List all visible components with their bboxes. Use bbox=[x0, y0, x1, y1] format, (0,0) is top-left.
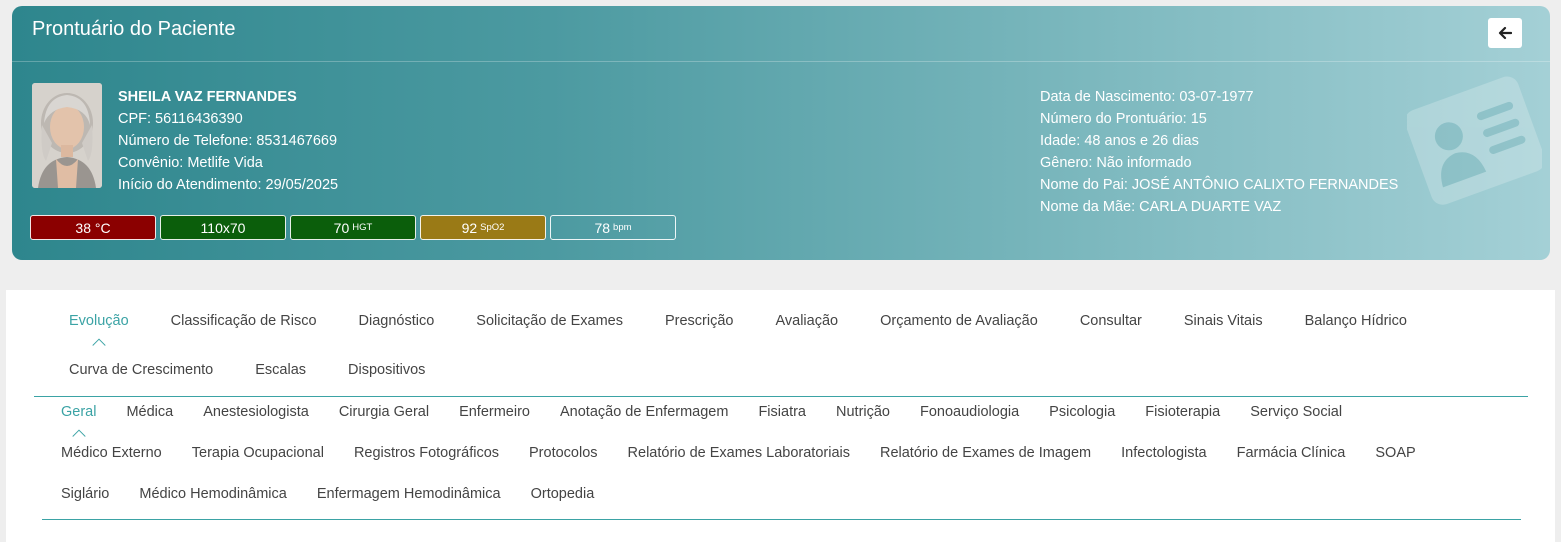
subtab-nutricao[interactable]: Nutrição bbox=[836, 404, 890, 420]
tab-sinais-vitais[interactable]: Sinais Vitais bbox=[1184, 313, 1263, 329]
tab-prescricao[interactable]: Prescrição bbox=[665, 313, 734, 329]
subtab-protocolos[interactable]: Protocolos bbox=[529, 445, 598, 461]
subtab-geral[interactable]: Geral bbox=[61, 404, 96, 437]
main-tabs-row-1: Evolução Classificação de Risco Diagnóstic… bbox=[69, 313, 1407, 346]
patient-header-card: Prontuário do Paciente SHEILA VAZ FERNAN… bbox=[12, 6, 1550, 260]
vital-value: 38 °C bbox=[75, 219, 111, 236]
sub-tabs-divider bbox=[42, 519, 1521, 520]
subtab-registros-fotograficos[interactable]: Registros Fotográficos bbox=[354, 445, 499, 461]
vital-temperature: 38 °C bbox=[30, 215, 156, 240]
subtab-fisiatra[interactable]: Fisiatra bbox=[758, 404, 806, 420]
main-tabs-divider bbox=[34, 396, 1528, 397]
subtab-medico-hemodinamica[interactable]: Médico Hemodinâmica bbox=[139, 486, 286, 502]
active-tab-caret-icon bbox=[72, 429, 86, 437]
vital-blood-pressure: 110x70 bbox=[160, 215, 286, 240]
id-card-icon bbox=[1407, 76, 1542, 205]
subtab-farmacia-clinica[interactable]: Farmácia Clínica bbox=[1237, 445, 1346, 461]
patient-father: Nome do Pai: JOSÉ ANTÔNIO CALIXTO FERNAN… bbox=[1040, 177, 1399, 193]
subtab-medico-externo[interactable]: Médico Externo bbox=[61, 445, 162, 461]
vital-oxygen: 92 SpO2 bbox=[420, 215, 546, 240]
patient-cpf: CPF: 56116436390 bbox=[118, 111, 243, 127]
subtab-enfermagem-hemodinamica[interactable]: Enfermagem Hemodinâmica bbox=[317, 486, 501, 502]
tab-dispositivos[interactable]: Dispositivos bbox=[348, 362, 425, 378]
vital-signs: 38 °C 110x70 70 HGT 92 SpO2 78 bpm bbox=[30, 215, 676, 240]
patient-info-right: Data de Nascimento: 03-07-1977 Número do… bbox=[1040, 86, 1398, 218]
subtab-psicologia[interactable]: Psicologia bbox=[1049, 404, 1115, 420]
tab-evolucao[interactable]: Evolução bbox=[69, 313, 129, 346]
patient-start-date: Início do Atendimento: 29/05/2025 bbox=[118, 177, 339, 193]
vital-unit: HGT bbox=[352, 222, 373, 233]
patient-mother: Nome da Mãe: CARLA DUARTE VAZ bbox=[1040, 199, 1282, 215]
vital-value: 110x70 bbox=[200, 219, 246, 236]
header-bar: Prontuário do Paciente bbox=[12, 6, 1550, 62]
active-tab-caret-icon bbox=[92, 338, 106, 346]
patient-gender: Gênero: Não informado bbox=[1040, 155, 1192, 171]
subtab-relatorio-de-exames-de-imagem[interactable]: Relatório de Exames de Imagem bbox=[880, 445, 1091, 461]
vital-unit: bpm bbox=[613, 222, 632, 233]
subtab-terapia-ocupacional[interactable]: Terapia Ocupacional bbox=[192, 445, 324, 461]
tab-balanco-hidrico[interactable]: Balanço Hídrico bbox=[1305, 313, 1407, 329]
patient-avatar bbox=[32, 83, 102, 188]
tab-curva-de-crescimento[interactable]: Curva de Crescimento bbox=[69, 362, 213, 378]
patient-info-left: SHEILA VAZ FERNANDES CPF: 56116436390 Nú… bbox=[118, 86, 338, 196]
subtab-anestesiologista[interactable]: Anestesiologista bbox=[203, 404, 309, 420]
tab-classificacao-de-risco[interactable]: Classificação de Risco bbox=[171, 313, 317, 329]
subtab-fisioterapia[interactable]: Fisioterapia bbox=[1145, 404, 1220, 420]
vital-unit: SpO2 bbox=[480, 222, 505, 233]
patient-insurance: Convênio: Metlife Vida bbox=[118, 155, 263, 171]
arrow-left-icon bbox=[1498, 26, 1512, 40]
content-panel: Evolução Classificação de Risco Diagnóstic… bbox=[6, 290, 1555, 542]
page-title: Prontuário do Paciente bbox=[32, 18, 236, 40]
subtab-siglario[interactable]: Siglário bbox=[61, 486, 109, 502]
patient-name: SHEILA VAZ FERNANDES bbox=[118, 89, 297, 105]
back-button[interactable] bbox=[1488, 18, 1522, 48]
patient-phone: Número de Telefone: 8531467669 bbox=[118, 133, 338, 149]
tab-escalas[interactable]: Escalas bbox=[255, 362, 306, 378]
subtab-servico-social[interactable]: Serviço Social bbox=[1250, 404, 1342, 420]
tab-solicitacao-de-exames[interactable]: Solicitação de Exames bbox=[476, 313, 623, 329]
patient-birth-date: Data de Nascimento: 03-07-1977 bbox=[1040, 89, 1254, 105]
subtab-relatorio-de-exames-laboratoriais[interactable]: Relatório de Exames Laboratoriais bbox=[628, 445, 850, 461]
patient-record-number: Número do Prontuário: 15 bbox=[1040, 111, 1207, 127]
subtab-cirurgia-geral[interactable]: Cirurgia Geral bbox=[339, 404, 429, 420]
patient-age: Idade: 48 anos e 26 dias bbox=[1040, 133, 1199, 149]
vital-value: 70 bbox=[333, 219, 350, 236]
sub-tabs-row-1: Geral Médica Anestesiologista Cirurgia Gera… bbox=[61, 404, 1342, 437]
sub-tabs-row-2: Médico Externo Terapia Ocupacional Registr… bbox=[61, 445, 1416, 461]
subtab-medica[interactable]: Médica bbox=[126, 404, 173, 420]
subtab-fonoaudiologia[interactable]: Fonoaudiologia bbox=[920, 404, 1019, 420]
subtab-soap[interactable]: SOAP bbox=[1375, 445, 1415, 461]
tab-consultar[interactable]: Consultar bbox=[1080, 313, 1142, 329]
subtab-ortopedia[interactable]: Ortopedia bbox=[531, 486, 595, 502]
vital-heart-rate: 78 bpm bbox=[550, 215, 676, 240]
tab-avaliacao[interactable]: Avaliação bbox=[775, 313, 838, 329]
vital-value: 78 bbox=[594, 219, 611, 236]
subtab-anotacao-de-enfermagem[interactable]: Anotação de Enfermagem bbox=[560, 404, 728, 420]
sub-tabs-row-3: Siglário Médico Hemodinâmica Enfermagem He… bbox=[61, 486, 594, 502]
main-tabs-row-2: Curva de Crescimento Escalas Dispositivos bbox=[69, 362, 425, 378]
vital-glucose: 70 HGT bbox=[290, 215, 416, 240]
subtab-enfermeiro[interactable]: Enfermeiro bbox=[459, 404, 530, 420]
tab-orcamento-de-avaliacao[interactable]: Orçamento de Avaliação bbox=[880, 313, 1038, 329]
tab-diagnostico[interactable]: Diagnóstico bbox=[359, 313, 435, 329]
subtab-infectologista[interactable]: Infectologista bbox=[1121, 445, 1206, 461]
vital-value: 92 bbox=[461, 219, 478, 236]
